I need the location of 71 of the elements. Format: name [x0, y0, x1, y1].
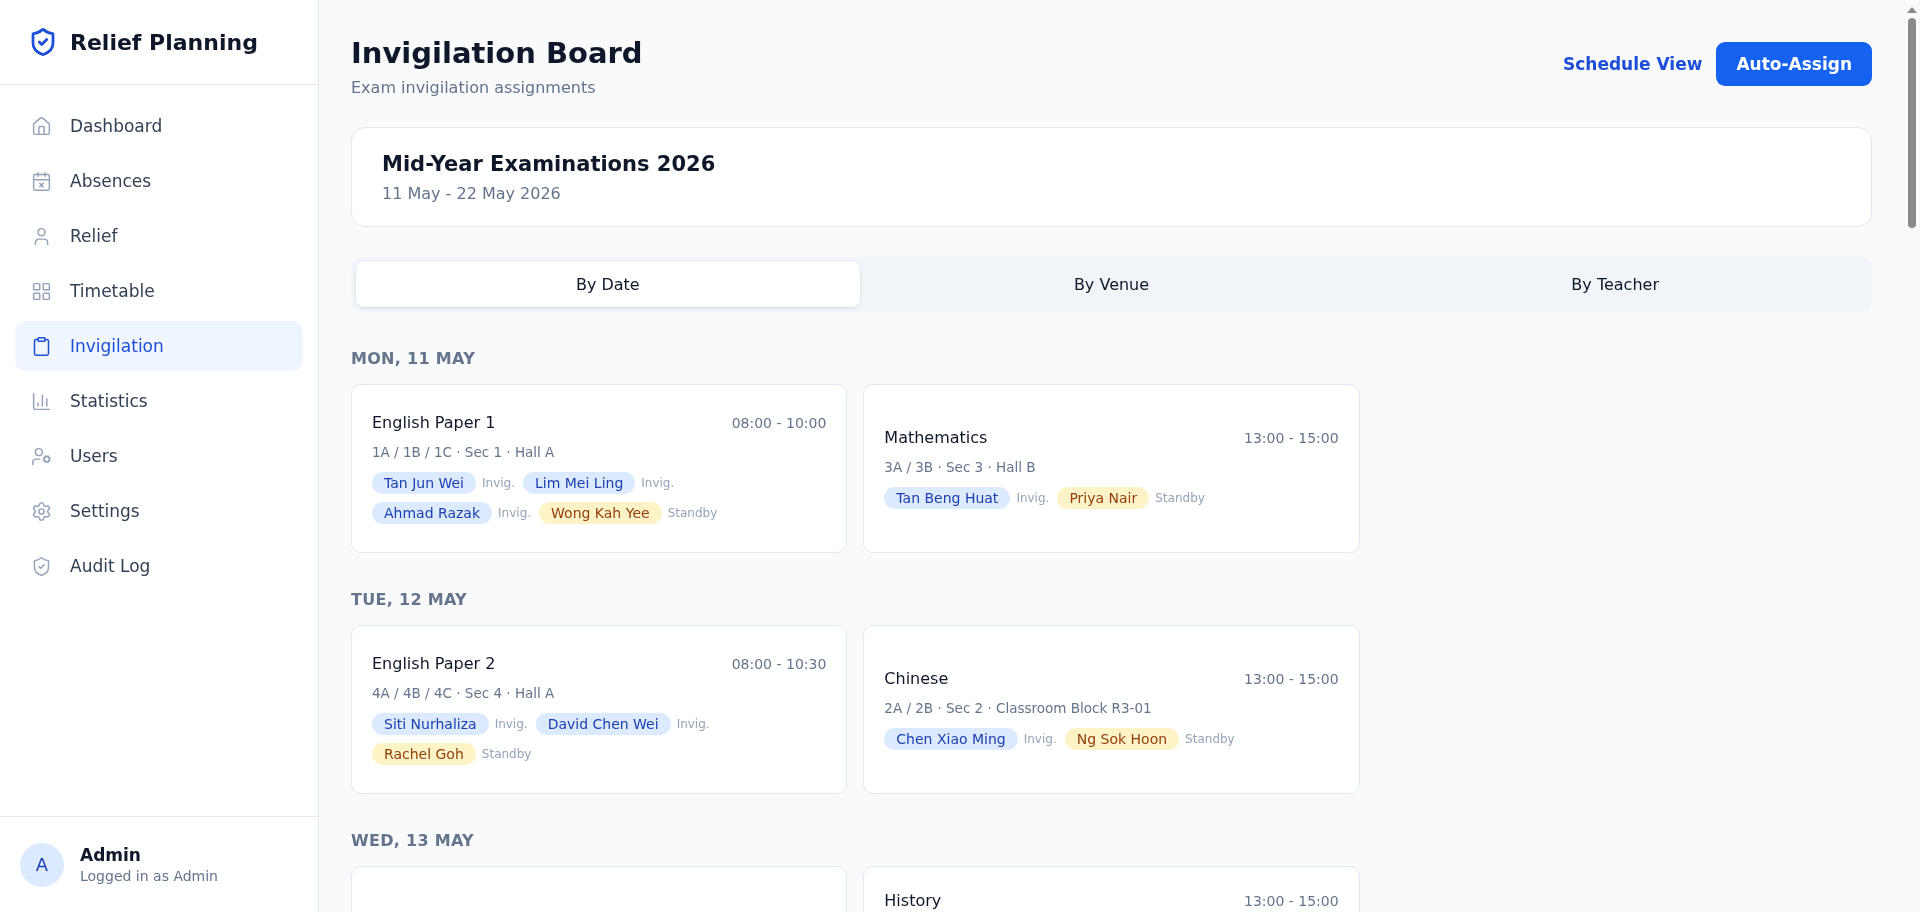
role-label: Invig.: [482, 476, 515, 490]
nav-item[interactable]: Users: [15, 431, 303, 481]
bar-chart-icon: [31, 390, 52, 412]
nav-item[interactable]: Dashboard: [15, 101, 303, 151]
nav-item[interactable]: Timetable: [15, 266, 303, 316]
day-heading: WED, 13 MAY: [351, 831, 475, 850]
house-icon: [31, 115, 52, 137]
exam-subject: Chinese: [884, 669, 949, 688]
teacher-chip: David Chen Wei: [535, 713, 671, 735]
exam-subject: English Paper 2: [372, 654, 496, 673]
teacher-chip: Chen Xiao Ming: [884, 728, 1018, 750]
exam-time: 13:00 - 15:00: [1244, 670, 1339, 687]
scrollbar-thumb[interactable]: [1908, 18, 1916, 228]
exam-details: 3A / 3B · Sec 3 · Hall B: [884, 459, 1037, 475]
grid-icon: [31, 280, 52, 302]
teacher-chip: Siti Nurhaliza: [372, 713, 489, 735]
exam-subject: History: [884, 891, 942, 910]
role-label: Invig.: [676, 717, 710, 731]
exam-time: 13:00 - 15:00: [1244, 429, 1339, 446]
exam-subject: English Paper 1: [372, 413, 496, 432]
user-role: Logged in as Admin: [80, 868, 218, 884]
role-label: Invig.: [1016, 491, 1050, 505]
exam-time: 13:00 - 15:00: [1244, 892, 1339, 909]
nav-item[interactable]: Audit Log: [15, 541, 303, 591]
nav-item[interactable]: Settings: [15, 486, 303, 536]
role-label: Standby: [1155, 491, 1205, 505]
role-label: Invig.: [498, 506, 532, 520]
role-label: Standby: [481, 747, 532, 761]
teacher-chip: Priya Nair: [1057, 487, 1150, 509]
nav-item[interactable]: Invigilation: [15, 321, 303, 371]
settings-icon: [31, 500, 52, 522]
nav-item[interactable]: Statistics: [15, 376, 303, 426]
schedule-view-link[interactable]: Schedule View: [1560, 44, 1705, 84]
exam-details: 4A / 4B / 4C · Sec 4 · Hall A: [372, 685, 556, 701]
exam-details: 2A / 2B · Sec 2 · Classroom Block R3-01: [884, 700, 1153, 716]
role-label: Standby: [1185, 732, 1235, 746]
user-name: Admin: [80, 845, 142, 865]
view-tab[interactable]: By Venue: [859, 262, 1364, 307]
nav-item[interactable]: Relief: [15, 211, 303, 261]
page-title: Invigilation Board: [351, 36, 643, 70]
role-label: Invig.: [494, 717, 528, 731]
nav-item[interactable]: Absences: [15, 156, 303, 206]
page-subtitle: Exam invigilation assignments: [351, 78, 597, 97]
view-tab[interactable]: By Date: [356, 262, 860, 307]
calendar-x-icon: [31, 170, 52, 192]
teacher-chip: Ahmad Razak: [372, 502, 493, 524]
exam-period-title: Mid-Year Examinations 2026: [382, 152, 717, 176]
teacher-chip: Tan Beng Huat: [884, 487, 1011, 509]
auto-assign-button[interactable]: Auto-Assign: [1716, 42, 1872, 86]
clipboard-icon: [31, 335, 52, 357]
teacher-chip: Rachel Goh: [372, 743, 476, 765]
app-title: Relief Planning: [70, 29, 258, 55]
exam-period-dates: 11 May - 22 May 2026: [382, 184, 562, 203]
user-icon: [31, 445, 52, 467]
exam-time: 08:00 - 10:00: [731, 414, 827, 431]
exam-time: 08:00 - 10:30: [731, 655, 827, 672]
role-label: Invig.: [1023, 732, 1057, 746]
day-heading: MON, 11 MAY: [351, 349, 477, 368]
day-heading: TUE, 12 MAY: [351, 590, 468, 609]
shield-check-icon: [31, 555, 52, 577]
exam-details: 1A / 1B / 1C · Sec 1 · Hall A: [372, 444, 556, 460]
teacher-chip: Wong Kah Yee: [539, 502, 662, 524]
teacher-chip: Ng Sok Hoon: [1064, 728, 1180, 750]
teacher-chip: Lim Mei Ling: [523, 472, 636, 494]
exam-subject: Mathematics: [884, 428, 988, 447]
role-label: Standby: [667, 506, 718, 520]
scroll-up-arrow-icon[interactable]: [1906, 6, 1918, 14]
user-avatar: A: [20, 842, 64, 887]
teacher-chip: Tan Jun Wei: [372, 472, 476, 494]
view-tab[interactable]: By Teacher: [1363, 262, 1867, 307]
role-label: Invig.: [641, 476, 675, 490]
